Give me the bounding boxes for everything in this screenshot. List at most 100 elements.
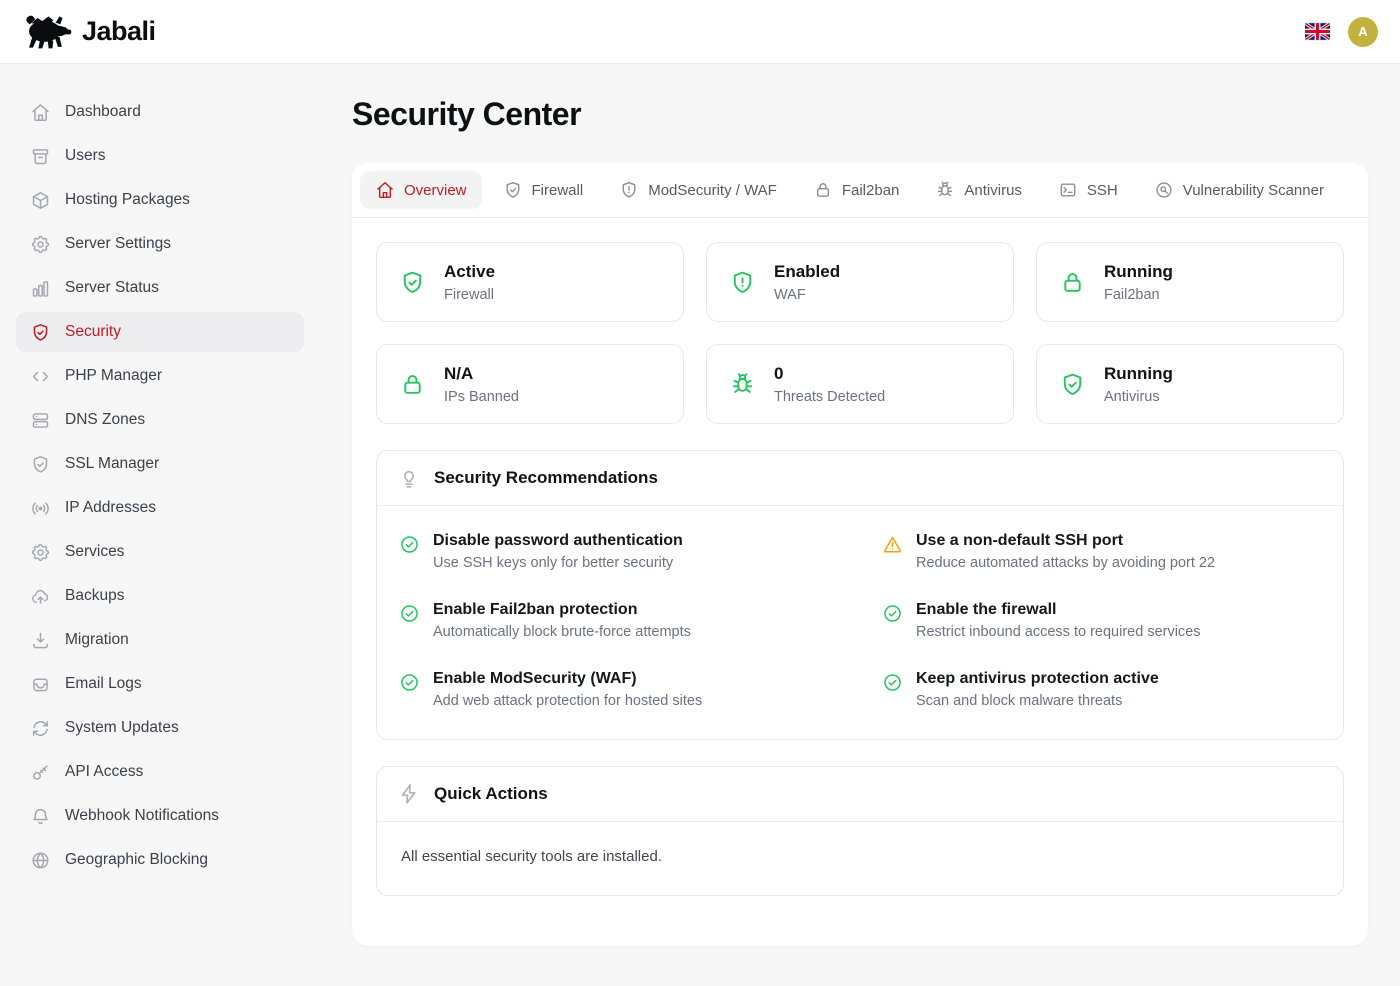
uk-flag-icon[interactable] [1305, 23, 1330, 40]
recommendation-title: Enable Fail2ban protection [433, 601, 691, 619]
sidebar-item-label: Geographic Blocking [65, 851, 208, 869]
shield-check-icon [503, 180, 523, 200]
recommendation-description: Use SSH keys only for better security [433, 555, 683, 571]
tab-label: ModSecurity / WAF [648, 182, 777, 199]
tab-overview[interactable]: Overview [360, 171, 482, 209]
refresh-icon [30, 718, 51, 739]
sidebar-item-api-access[interactable]: API Access [16, 752, 304, 792]
check-circle-icon [399, 603, 420, 624]
status-card-subtitle: Fail2ban [1104, 287, 1173, 303]
lock-icon [813, 180, 833, 200]
recommendation-text: Enable the firewall Restrict inbound acce… [916, 601, 1201, 640]
sidebar-item-label: Server Settings [65, 235, 171, 253]
sidebar-item-ip-addresses[interactable]: IP Addresses [16, 488, 304, 528]
server-icon [30, 410, 51, 431]
status-card-subtitle: Antivirus [1104, 389, 1173, 405]
status-card-subtitle: Threats Detected [774, 389, 885, 405]
status-card-subtitle: IPs Banned [444, 389, 519, 405]
recommendation-text: Enable ModSecurity (WAF)Add web attack p… [433, 670, 702, 709]
gear-icon [30, 234, 51, 255]
sidebar-item-backups[interactable]: Backups [16, 576, 304, 616]
user-avatar[interactable]: A [1348, 17, 1378, 47]
sidebar-item-users[interactable]: Users [16, 136, 304, 176]
bug-icon [935, 180, 955, 200]
recommendation-title: Enable the firewall [916, 601, 1201, 619]
lock-icon [1059, 269, 1086, 296]
terminal-icon [1058, 180, 1078, 200]
recommendation-enable-fail2ban-protection: Enable Fail2ban protection Automatically … [399, 601, 838, 640]
sidebar-item-ssl-manager[interactable]: SSL Manager [16, 444, 304, 484]
page-title: Security Center [352, 96, 1368, 133]
shield-check-icon [30, 322, 51, 343]
tab-label: Overview [404, 182, 467, 199]
home-icon [375, 180, 395, 200]
status-card-text: Running Antivirus [1104, 364, 1173, 405]
bug-icon [729, 371, 756, 398]
tab-firewall[interactable]: Firewall [488, 171, 599, 209]
sidebar-item-migration[interactable]: Migration [16, 620, 304, 660]
status-card-value: N/A [444, 364, 519, 384]
sidebar-item-hosting-packages[interactable]: Hosting Packages [16, 180, 304, 220]
sidebar-item-email-logs[interactable]: Email Logs [16, 664, 304, 704]
lightbulb-icon [397, 466, 421, 490]
status-card-text: Active Firewall [444, 262, 495, 303]
status-card-text: N/A IPs Banned [444, 364, 519, 405]
recommendation-keep-antivirus-protection-active: Keep antivirus protection activeScan and… [882, 670, 1321, 709]
status-card-value: Running [1104, 364, 1173, 384]
sidebar-item-label: SSL Manager [65, 455, 159, 473]
recommendation-description: Automatically block brute-force attempts [433, 624, 691, 640]
quick-actions-card: Quick Actions All essential security too… [376, 766, 1344, 896]
shield-alert-icon [619, 180, 639, 200]
status-card-value: Active [444, 262, 495, 282]
globe-icon [30, 850, 51, 871]
recommendation-description: Restrict inbound access to required serv… [916, 624, 1201, 640]
check-circle-icon [882, 672, 903, 693]
shield-check-icon [1059, 371, 1086, 398]
scan-icon [1154, 180, 1174, 200]
sidebar-item-label: Migration [65, 631, 129, 649]
recommendation-title: Use a non-default SSH port [916, 532, 1215, 550]
download-icon [30, 630, 51, 651]
brand-logo[interactable]: Jabali [22, 13, 156, 51]
status-card-text: RunningFail2ban [1104, 262, 1173, 303]
tab-vulnerability-scanner[interactable]: Vulnerability Scanner [1139, 171, 1339, 209]
tab-modsecurity-waf[interactable]: ModSecurity / WAF [604, 171, 792, 209]
quick-actions-title: Quick Actions [434, 784, 548, 804]
tab-fail2ban[interactable]: Fail2ban [798, 171, 915, 209]
code-icon [30, 366, 51, 387]
status-card-value: Enabled [774, 262, 840, 282]
status-card-text: EnabledWAF [774, 262, 840, 303]
tab-antivirus[interactable]: Antivirus [920, 171, 1037, 209]
sidebar-item-webhook-notifications[interactable]: Webhook Notifications [16, 796, 304, 836]
recommendation-use-a-non-default-ssh-port: Use a non-default SSH port Reduce automat… [882, 532, 1321, 571]
recommendation-text: Disable password authenticationUse SSH k… [433, 532, 683, 571]
recommendation-description: Reduce automated attacks by avoiding por… [916, 555, 1215, 571]
quick-actions-message: All essential security tools are install… [377, 822, 1343, 895]
shield-check-icon [30, 454, 51, 475]
sidebar-item-server-status[interactable]: Server Status [16, 268, 304, 308]
recommendation-enable-the-firewall: Enable the firewall Restrict inbound acce… [882, 601, 1321, 640]
recommendation-disable-password-authentication: Disable password authenticationUse SSH k… [399, 532, 838, 571]
status-card-fail2ban: RunningFail2ban [1036, 242, 1344, 322]
tab-label: SSH [1087, 182, 1118, 199]
boar-logo-icon [22, 13, 72, 51]
sidebar-item-server-settings[interactable]: Server Settings [16, 224, 304, 264]
sidebar-item-label: Hosting Packages [65, 191, 190, 209]
recommendations-list: Disable password authenticationUse SSH k… [377, 506, 1343, 739]
sidebar-item-php-manager[interactable]: PHP Manager [16, 356, 304, 396]
sidebar-item-system-updates[interactable]: System Updates [16, 708, 304, 748]
check-circle-icon [882, 603, 903, 624]
status-card-firewall: Active Firewall [376, 242, 684, 322]
gear-icon [30, 542, 51, 563]
cloud-up-icon [30, 586, 51, 607]
sidebar-item-security[interactable]: Security [16, 312, 304, 352]
home-icon [30, 102, 51, 123]
status-card-subtitle: Firewall [444, 287, 495, 303]
sidebar-item-geographic-blocking[interactable]: Geographic Blocking [16, 840, 304, 880]
sidebar-item-label: Users [65, 147, 105, 165]
sidebar-item-dns-zones[interactable]: DNS Zones [16, 400, 304, 440]
sidebar-item-services[interactable]: Services [16, 532, 304, 572]
tab-ssh[interactable]: SSH [1043, 171, 1133, 209]
status-card-threats-detected: 0Threats Detected [706, 344, 1014, 424]
sidebar-item-dashboard[interactable]: Dashboard [16, 92, 304, 132]
